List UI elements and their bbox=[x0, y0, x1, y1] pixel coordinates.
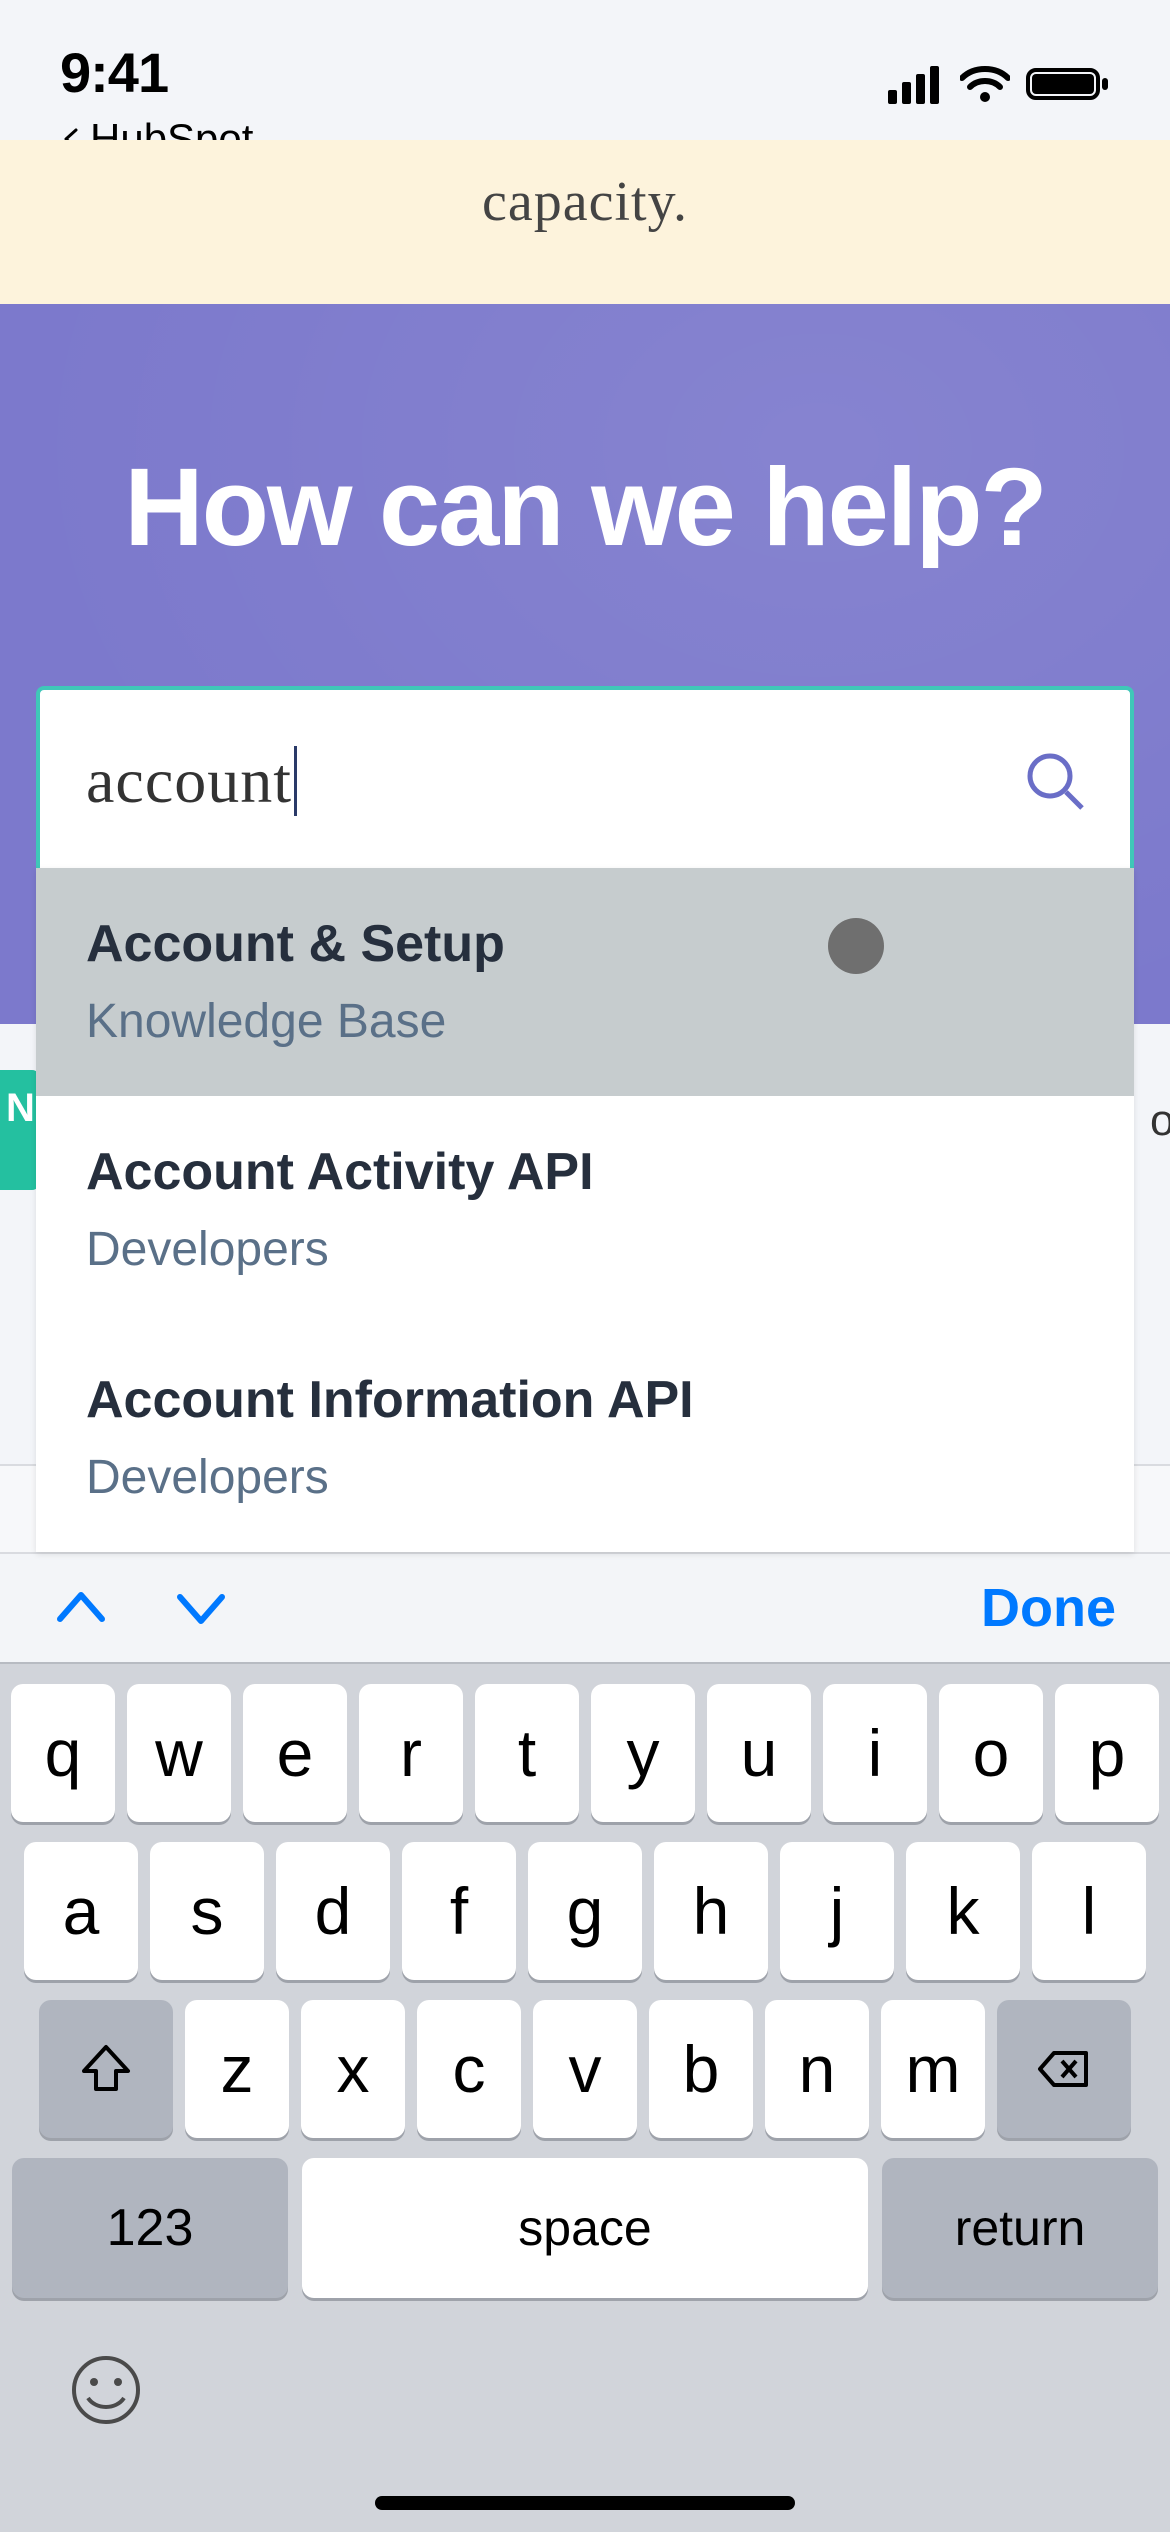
emoji-key[interactable] bbox=[68, 2352, 144, 2433]
search-button[interactable] bbox=[1020, 746, 1090, 816]
key-r[interactable]: r bbox=[359, 1684, 463, 1822]
search-icon bbox=[1024, 750, 1086, 812]
search-suggestions: Account & Setup Knowledge Base Account A… bbox=[36, 868, 1134, 1552]
done-button[interactable]: Done bbox=[981, 1577, 1116, 1639]
key-f[interactable]: f bbox=[402, 1842, 516, 1980]
backspace-key[interactable] bbox=[997, 2000, 1131, 2138]
notice-banner: capacity. bbox=[0, 140, 1170, 304]
battery-icon bbox=[1026, 64, 1110, 104]
suggestion-item[interactable]: Account & Setup Knowledge Base bbox=[36, 868, 1134, 1096]
key-l[interactable]: l bbox=[1032, 1842, 1146, 1980]
key-e[interactable]: e bbox=[243, 1684, 347, 1822]
side-tab[interactable]: N bbox=[0, 1070, 40, 1190]
suggestion-subtitle: Developers bbox=[86, 1450, 1084, 1505]
wifi-icon bbox=[960, 64, 1010, 104]
keyboard: qwertyuiop asdfghjkl zxcvbnm 123 space r… bbox=[0, 1664, 1170, 2532]
key-z[interactable]: z bbox=[185, 2000, 289, 2138]
key-k[interactable]: k bbox=[906, 1842, 1020, 1980]
chevron-up-icon bbox=[54, 1581, 108, 1635]
suggestion-title: Account & Setup bbox=[86, 914, 1084, 974]
backspace-icon bbox=[1036, 2041, 1092, 2097]
suggestion-title: Account Activity API bbox=[86, 1142, 1084, 1202]
key-b[interactable]: b bbox=[649, 2000, 753, 2138]
key-t[interactable]: t bbox=[475, 1684, 579, 1822]
key-v[interactable]: v bbox=[533, 2000, 637, 2138]
key-u[interactable]: u bbox=[707, 1684, 811, 1822]
key-h[interactable]: h bbox=[654, 1842, 768, 1980]
text-caret bbox=[294, 746, 297, 816]
key-p[interactable]: p bbox=[1055, 1684, 1159, 1822]
touch-indicator-icon bbox=[828, 918, 884, 974]
cellular-icon bbox=[888, 64, 944, 104]
emoji-icon bbox=[68, 2352, 144, 2428]
key-x[interactable]: x bbox=[301, 2000, 405, 2138]
side-cut-text: o bbox=[1150, 1096, 1170, 1136]
key-g[interactable]: g bbox=[528, 1842, 642, 1980]
suggestion-title: Account Information API bbox=[86, 1370, 1084, 1430]
notice-text: capacity. bbox=[50, 170, 1120, 234]
search-box[interactable]: account bbox=[36, 686, 1134, 876]
search-value: account bbox=[86, 744, 292, 818]
key-n[interactable]: n bbox=[765, 2000, 869, 2138]
chevron-down-icon bbox=[174, 1581, 228, 1635]
key-s[interactable]: s bbox=[150, 1842, 264, 1980]
key-y[interactable]: y bbox=[591, 1684, 695, 1822]
search-input[interactable]: account bbox=[86, 744, 1020, 818]
suggestion-subtitle: Developers bbox=[86, 1222, 1084, 1277]
numbers-key[interactable]: 123 bbox=[12, 2158, 288, 2298]
shift-key[interactable] bbox=[39, 2000, 173, 2138]
space-key[interactable]: space bbox=[302, 2158, 868, 2298]
return-key[interactable]: return bbox=[882, 2158, 1158, 2298]
key-o[interactable]: o bbox=[939, 1684, 1043, 1822]
key-w[interactable]: w bbox=[127, 1684, 231, 1822]
key-a[interactable]: a bbox=[24, 1842, 138, 1980]
shift-icon bbox=[78, 2041, 134, 2097]
key-d[interactable]: d bbox=[276, 1842, 390, 1980]
key-i[interactable]: i bbox=[823, 1684, 927, 1822]
suggestion-item[interactable]: Account Activity API Developers bbox=[36, 1096, 1134, 1324]
hero-title: How can we help? bbox=[40, 444, 1130, 571]
status-bar: 9:41 HubSpot bbox=[0, 0, 1170, 140]
key-j[interactable]: j bbox=[780, 1842, 894, 1980]
keyboard-accessory: Done bbox=[0, 1554, 1170, 1664]
home-indicator[interactable] bbox=[375, 2496, 795, 2510]
key-q[interactable]: q bbox=[11, 1684, 115, 1822]
suggestion-item[interactable]: Account Information API Developers bbox=[36, 1324, 1134, 1552]
status-time: 9:41 bbox=[60, 40, 253, 105]
next-field-button[interactable] bbox=[174, 1581, 228, 1635]
key-c[interactable]: c bbox=[417, 2000, 521, 2138]
suggestion-subtitle: Knowledge Base bbox=[86, 994, 1084, 1049]
key-m[interactable]: m bbox=[881, 2000, 985, 2138]
prev-field-button[interactable] bbox=[54, 1581, 108, 1635]
